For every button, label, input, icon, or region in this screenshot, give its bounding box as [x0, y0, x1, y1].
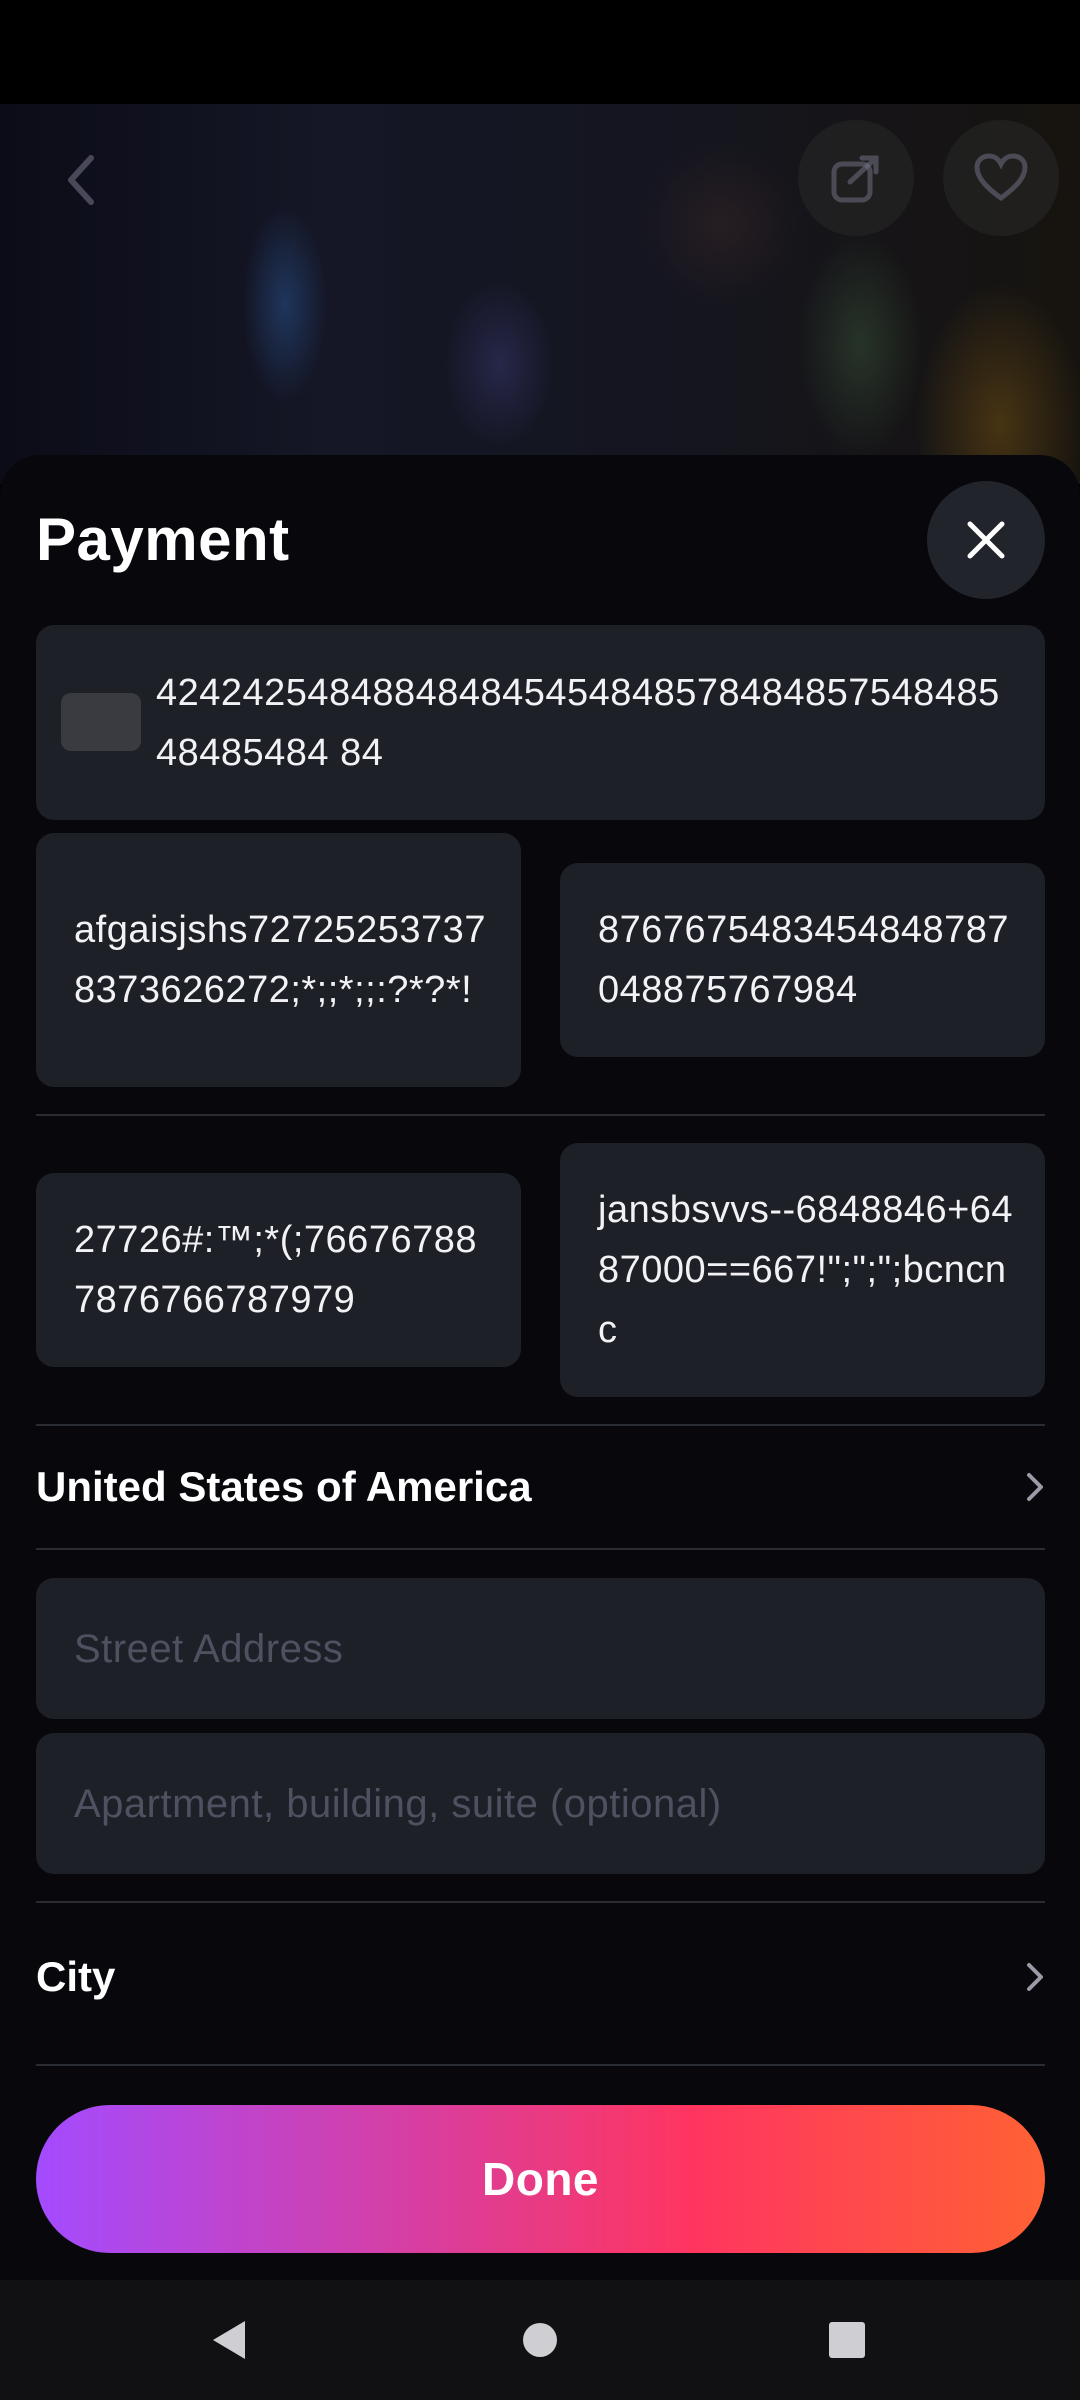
divider: [36, 1424, 1045, 1426]
field-c-value: 27726#:™;*(;766767887876766787979: [74, 1219, 477, 1321]
nav-home-button[interactable]: [480, 2280, 600, 2400]
divider: [36, 1114, 1045, 1116]
favorite-button[interactable]: [943, 120, 1059, 236]
card-number-field[interactable]: 4242425484884848454548485784848575484854…: [36, 625, 1045, 820]
divider: [36, 1901, 1045, 1903]
card-brand-icon: [61, 693, 141, 751]
card-number-value: 4242425484884848454548485784848575484854…: [156, 671, 1000, 774]
field-b-value: 8767675483454848787048875767984: [598, 909, 1010, 1011]
field-a[interactable]: afgaisjshs727252537378373626272;*;;*;;:?…: [36, 833, 521, 1087]
field-b[interactable]: 8767675483454848787048875767984: [560, 863, 1045, 1057]
close-button[interactable]: [927, 481, 1045, 599]
share-button[interactable]: [798, 120, 914, 236]
done-button[interactable]: Done: [36, 2105, 1045, 2253]
nav-home-icon: [523, 2323, 557, 2357]
divider: [36, 2064, 1045, 2066]
field-d[interactable]: jansbsvvs--6848846+6487000==667!";";";bc…: [560, 1143, 1045, 1397]
city-selector[interactable]: City: [36, 1942, 1045, 2012]
share-icon: [831, 155, 879, 203]
nav-back-icon: [213, 2321, 245, 2359]
heart-icon: [974, 153, 1028, 202]
back-arrow-icon: [68, 155, 94, 205]
country-label: United States of America: [36, 1463, 532, 1510]
field-a-value: afgaisjshs727252537378373626272;*;;*;;:?…: [74, 909, 486, 1011]
street-address-input[interactable]: Street Address: [36, 1578, 1045, 1719]
divider: [36, 1548, 1045, 1550]
chevron-right-icon: [1027, 1473, 1043, 1501]
nav-recents-button[interactable]: [787, 2280, 907, 2400]
system-nav-bar: [0, 2280, 1080, 2400]
nav-recents-icon: [829, 2322, 865, 2358]
street-address-placeholder: Street Address: [74, 1626, 344, 1671]
back-button[interactable]: [50, 150, 110, 210]
field-c[interactable]: 27726#:™;*(;766767887876766787979: [36, 1173, 521, 1367]
field-d-value: jansbsvvs--6848846+6487000==667!";";";bc…: [598, 1189, 1014, 1351]
country-selector[interactable]: United States of America: [36, 1452, 1045, 1522]
apartment-input[interactable]: Apartment, building, suite (optional): [36, 1733, 1045, 1874]
status-bar: [0, 0, 1080, 104]
done-label: Done: [482, 2153, 599, 2205]
chevron-right-icon: [1027, 1963, 1043, 1991]
page-title: Payment: [36, 506, 290, 573]
close-icon: [967, 521, 1005, 559]
background-image: [0, 104, 1080, 484]
city-label: City: [36, 1953, 116, 2000]
apartment-placeholder: Apartment, building, suite (optional): [74, 1781, 722, 1826]
nav-back-button[interactable]: [168, 2280, 288, 2400]
